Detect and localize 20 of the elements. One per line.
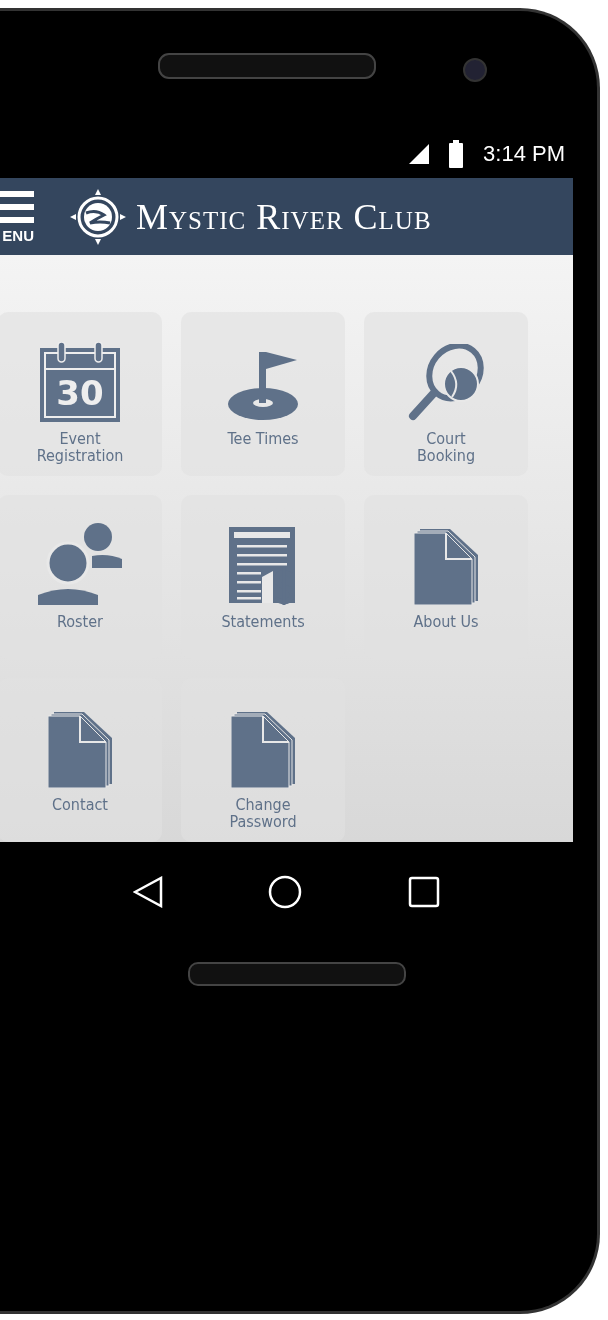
statement-icon: [229, 527, 297, 605]
camera-lens: [463, 58, 487, 82]
home-icon[interactable]: [268, 875, 303, 909]
tennis-racket-icon: [407, 344, 485, 422]
document-icon: [414, 529, 478, 605]
recent-apps-icon[interactable]: [408, 876, 441, 908]
compass-logo-icon: [70, 188, 126, 245]
menu-tile[interactable]: Tee Times: [181, 312, 345, 476]
signal-icon: [409, 144, 430, 164]
back-icon[interactable]: [132, 876, 163, 908]
clock-time: 3:14 PM: [483, 141, 565, 167]
app-title: Mystic River Club: [136, 195, 432, 238]
document-icon: [48, 712, 112, 788]
people-icon: [38, 523, 122, 605]
menu-button[interactable]: ENU: [0, 190, 34, 243]
golf-flag-icon: [227, 350, 299, 422]
menu-tile[interactable]: 30 Event Registration: [0, 312, 162, 476]
battery-icon: [449, 140, 464, 168]
menu-tile[interactable]: Court Booking: [364, 312, 528, 476]
document-icon: [231, 712, 295, 788]
